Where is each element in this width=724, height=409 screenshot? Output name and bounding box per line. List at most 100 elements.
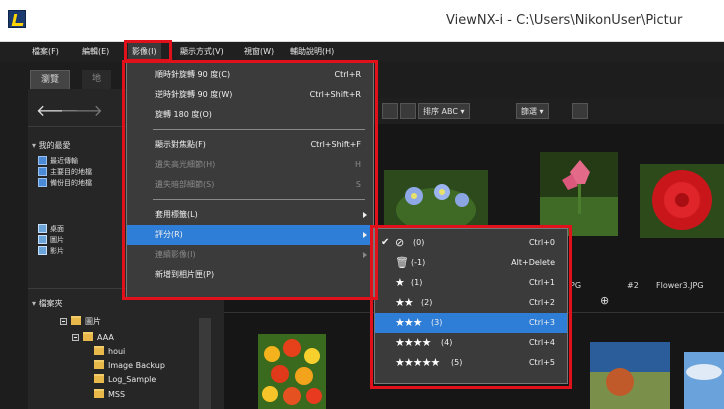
tree-item-houi[interactable]: houi [94, 346, 125, 356]
rating-item-3-stars[interactable]: ★★★ (3) Ctrl+3 [375, 313, 567, 333]
folder-scrollbar[interactable] [199, 318, 211, 409]
menu-item-lost-shadows: 遺失暗部細節(S) S [127, 175, 373, 195]
filter-label: 篩選 [521, 107, 537, 116]
menu-item-label: 顯示對焦點(F) [155, 140, 206, 149]
menu-image[interactable]: 影像(I) [128, 42, 161, 62]
filter-button[interactable]: 篩選 ▾ [516, 103, 549, 119]
rating-item-1-star[interactable]: ★ (1) Ctrl+1 [375, 273, 567, 293]
pictures-icon [38, 235, 47, 244]
menu-item-add-to-photo-tray[interactable]: 新增到相片匣(P) [127, 265, 373, 285]
rating-item-none[interactable]: ✔ ⊘ (0) Ctrl+0 [375, 233, 567, 253]
thumbnail-pink-lotus[interactable] [540, 152, 618, 236]
forward-arrow-icon[interactable]: 🡒 [60, 100, 103, 120]
favorite-backup-destination[interactable]: 備份目的地檔 [38, 178, 92, 188]
tab-map[interactable]: 地 [82, 70, 112, 89]
no-rating-icon: ⊘ [395, 236, 405, 249]
menu-view[interactable]: 顯示方式(V) [176, 42, 228, 62]
menu-item-rotate-ccw[interactable]: 逆時針旋轉 90 度(W) Ctrl+Shift+R [127, 85, 373, 105]
star-icon: ★ [395, 276, 405, 289]
folder-icon [71, 316, 81, 325]
rating-shortcut: Alt+Delete [511, 258, 555, 267]
tree-item-image-backup[interactable]: Image Backup [94, 360, 165, 370]
rating-item-reject[interactable]: 🗑 (-1) Alt+Delete [375, 253, 567, 273]
sort-button[interactable]: 排序 ABC ▾ [418, 103, 470, 119]
view-mode-icon[interactable] [382, 103, 398, 119]
collapse-icon[interactable] [60, 318, 67, 325]
rating-shortcut: Ctrl+4 [528, 338, 555, 347]
thumbnail-label-jpg: PG [570, 281, 582, 290]
rating-label: (-1) [411, 258, 426, 267]
menu-item-label: 順時針旋轉 90 度(C) [155, 70, 231, 79]
menu-item-shortcut: H [354, 160, 361, 169]
checkmark-icon: ✔ [381, 237, 390, 248]
desktop-icon [38, 224, 47, 233]
folders-heading[interactable]: 檔案夾 [32, 298, 63, 309]
image-menu-dropdown: 順時針旋轉 90 度(C) Ctrl+R 逆時針旋轉 90 度(W) Ctrl+Sh… [126, 62, 374, 298]
menu-item-label: 遺失高光細節(H) [155, 160, 216, 169]
menu-edit[interactable]: 編輯(E) [78, 42, 113, 62]
location-desktop[interactable]: 桌面 [38, 224, 64, 234]
menu-item-apply-label[interactable]: 套用標籤(L) [127, 205, 373, 225]
tree-item-aaa[interactable]: AAA [72, 332, 114, 342]
menu-item-rotate-cw[interactable]: 順時針旋轉 90 度(C) Ctrl+R [127, 65, 373, 85]
rating-label: (2) [421, 298, 433, 307]
rating-shortcut: Ctrl+0 [528, 238, 555, 247]
favorite-label: 主要目的地檔 [50, 168, 92, 176]
location-label: 影片 [50, 247, 64, 255]
rating-shortcut: Ctrl+1 [528, 278, 555, 287]
rating-label: (4) [441, 338, 453, 347]
favorite-primary-destination[interactable]: 主要目的地檔 [38, 167, 92, 177]
title-bar: ViewNX-i - C:\Users\NikonUser\Pictur [0, 0, 724, 42]
location-pictures[interactable]: 圖片 [38, 235, 64, 245]
menu-item-burst-images: 連續影像(I) [127, 245, 373, 265]
tab-browse[interactable]: 瀏覽 [30, 70, 71, 89]
location-label: 圖片 [50, 236, 64, 244]
location-videos[interactable]: 影片 [38, 246, 64, 256]
favorites-heading[interactable]: 我的最愛 [32, 140, 71, 151]
favorite-recent-transfer[interactable]: 最近傳輸 [38, 156, 78, 166]
folder-icon [94, 389, 104, 398]
rating-label: (3) [431, 318, 443, 327]
tree-item-log-sample[interactable]: Log_Sample [94, 374, 156, 384]
camera-icon [38, 156, 47, 165]
thumbnail-sky[interactable] [684, 352, 724, 409]
rating-item-2-stars[interactable]: ★★ (2) Ctrl+2 [375, 293, 567, 313]
tree-label: houi [108, 347, 126, 356]
menu-window[interactable]: 視窗(W) [240, 42, 278, 62]
rating-label: (1) [411, 278, 423, 287]
menu-file[interactable]: 檔案(F) [28, 42, 63, 62]
star-icon: ★★★★★ [395, 356, 440, 369]
star-icon: ★★★ [395, 316, 423, 329]
folder-icon [83, 332, 93, 341]
tree-item-pictures[interactable]: 圖片 [60, 316, 101, 327]
menu-item-label: 評分(R) [155, 230, 183, 239]
menu-item-shortcut: S [355, 180, 361, 189]
thumbnail-tulips[interactable] [258, 334, 326, 409]
tree-label: 圖片 [85, 317, 101, 326]
rating-label: (5) [451, 358, 463, 367]
fill-icon[interactable] [572, 103, 588, 119]
location-label: 桌面 [50, 225, 64, 233]
app-logo-icon [8, 10, 26, 28]
thumbnail-red-flower[interactable] [640, 164, 724, 238]
rating-shortcut: Ctrl+5 [528, 358, 555, 367]
tree-item-mss[interactable]: MSS [94, 389, 125, 399]
rating-item-5-stars[interactable]: ★★★★★ (5) Ctrl+5 [375, 353, 567, 373]
filter-view-icon[interactable] [400, 103, 416, 119]
menu-item-show-focus-point[interactable]: 顯示對焦點(F) Ctrl+Shift+F [127, 135, 373, 155]
menu-item-label: 套用標籤(L) [155, 210, 198, 219]
submenu-arrow-icon [363, 232, 367, 238]
rating-submenu: ✔ ⊘ (0) Ctrl+0 🗑 (-1) Alt+Delete ★ (1) C… [374, 228, 568, 384]
menu-separator [153, 199, 365, 200]
menu-help[interactable]: 輔助說明(H) [286, 42, 338, 62]
trash-icon: 🗑 [395, 256, 409, 269]
tree-label: Image Backup [108, 361, 165, 370]
thumbnail-landscape[interactable] [590, 342, 670, 409]
menu-item-rating[interactable]: 評分(R) [127, 225, 373, 245]
camera-icon [38, 178, 47, 187]
menu-item-label: 新增到相片匣(P) [155, 270, 215, 279]
menu-item-shortcut: Ctrl+Shift+R [309, 90, 361, 99]
menu-item-rotate-180[interactable]: 旋轉 180 度(O) [127, 105, 373, 125]
collapse-icon[interactable] [72, 334, 79, 341]
rating-item-4-stars[interactable]: ★★★★ (4) Ctrl+4 [375, 333, 567, 353]
